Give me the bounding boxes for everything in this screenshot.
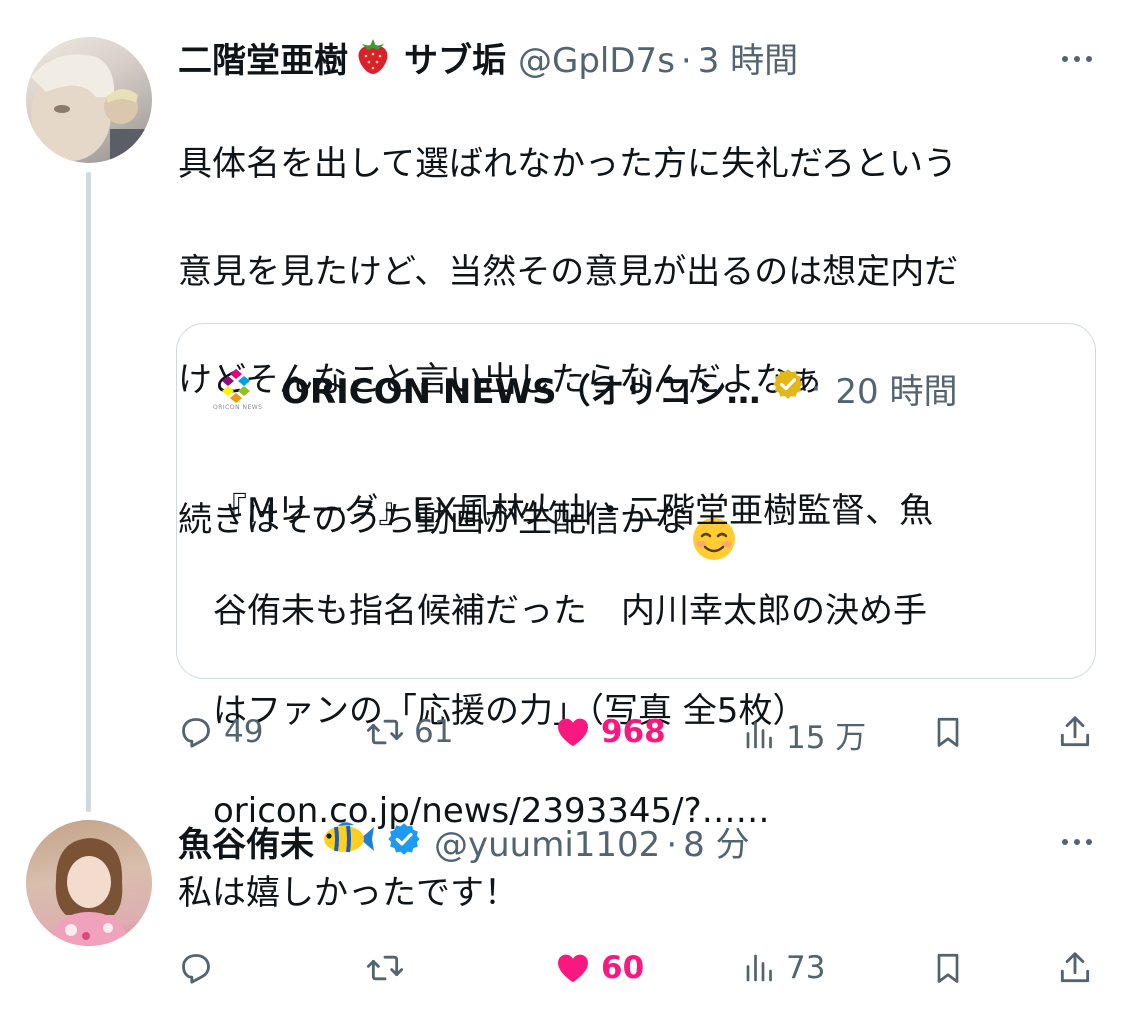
- like-count: 968: [601, 714, 666, 750]
- display-name[interactable]: 二階堂亜樹: [178, 39, 348, 83]
- quoted-text-line: 谷侑未も指名候補だった 内川幸太郎の決め手: [213, 591, 927, 631]
- tropical-fish-emoji-icon: [320, 817, 376, 872]
- avatar-photo: [26, 820, 152, 946]
- user-handle[interactable]: @GplD7s: [518, 39, 675, 83]
- oricon-logo-caption: ORICON NEWS: [213, 403, 263, 411]
- post-timestamp[interactable]: 8 分: [683, 823, 749, 867]
- quoted-post-timestamp[interactable]: 20 時間: [835, 364, 957, 413]
- like-button[interactable]: 60: [553, 948, 644, 988]
- gold-verified-badge-icon: [771, 367, 805, 410]
- display-name[interactable]: 魚谷侑未: [178, 823, 314, 867]
- thread-connector-line: [86, 172, 91, 812]
- reply-icon: [182, 718, 210, 748]
- reply-count: 49: [224, 714, 264, 750]
- bookmark-button[interactable]: [930, 948, 966, 988]
- reply-icon: [182, 954, 210, 984]
- heart-filled-icon: [558, 954, 588, 983]
- analytics-icon: [746, 721, 772, 748]
- bookmark-icon: [937, 717, 959, 747]
- blue-verified-badge-icon: [386, 821, 422, 868]
- quoted-post-header: ORICON NEWS ORICON NEWS（オリコン… · 20 時間: [213, 364, 957, 413]
- quoted-post-card[interactable]: ORICON NEWS ORICON NEWS（オリコン… · 20 時間 『M…: [176, 323, 1096, 831]
- post-text-line: 具体名を出して選ばれなかった方に失礼だろという: [178, 144, 957, 184]
- post-timestamp[interactable]: 3 時間: [698, 39, 798, 83]
- like-button[interactable]: 968: [553, 712, 666, 752]
- views-button[interactable]: 15 万: [742, 712, 866, 757]
- post-text-line: 意見を見たけど、当然その意見が出るのは想定内だ: [178, 252, 959, 292]
- analytics-icon: [746, 954, 772, 982]
- reply-button[interactable]: [176, 948, 216, 988]
- avatar-photo: [31, 54, 152, 163]
- separator-dot: ·: [666, 824, 678, 865]
- quoted-text-line: 『Mリーグ』EX風林火山・二階堂亜樹監督、魚: [213, 491, 934, 531]
- repost-count: 61: [414, 714, 454, 750]
- post-text: 私は嬉しかったです！: [178, 873, 518, 913]
- repost-icon: [366, 719, 404, 745]
- repost-button[interactable]: 61: [364, 712, 453, 752]
- avatar[interactable]: [26, 37, 152, 163]
- avatar[interactable]: [26, 820, 152, 946]
- share-icon: [1060, 952, 1090, 983]
- reply-button[interactable]: 49: [176, 712, 263, 752]
- view-count: 15 万: [786, 720, 867, 756]
- display-name-suffix[interactable]: サブ垢: [404, 39, 506, 83]
- strawberry-emoji-icon: [352, 34, 394, 87]
- bookmark-icon: [937, 953, 959, 983]
- quoted-account-name[interactable]: ORICON NEWS（オリコン…: [281, 364, 761, 413]
- more-options-icon[interactable]: [1062, 55, 1092, 63]
- repost-button[interactable]: [364, 948, 406, 988]
- share-button[interactable]: [1056, 948, 1094, 988]
- like-count: 60: [601, 950, 645, 986]
- share-icon: [1060, 716, 1090, 747]
- post1-header: 二階堂亜樹 サブ垢 @GplD7s · 3 時間: [178, 34, 798, 87]
- repost-icon: [366, 955, 404, 981]
- separator-dot: ·: [680, 40, 692, 81]
- user-handle[interactable]: @yuumi1102: [434, 823, 660, 867]
- separator-dot: ·: [810, 368, 822, 409]
- bookmark-button[interactable]: [930, 712, 966, 752]
- more-options-icon[interactable]: [1062, 838, 1092, 846]
- heart-filled-icon: [558, 718, 588, 747]
- views-button[interactable]: 73: [742, 948, 825, 988]
- post2-header: 魚谷侑未 @yuumi1102 · 8 分: [178, 817, 750, 872]
- oricon-logo-icon: ORICON NEWS: [213, 366, 262, 412]
- view-count: 73: [786, 950, 826, 986]
- share-button[interactable]: [1056, 712, 1094, 752]
